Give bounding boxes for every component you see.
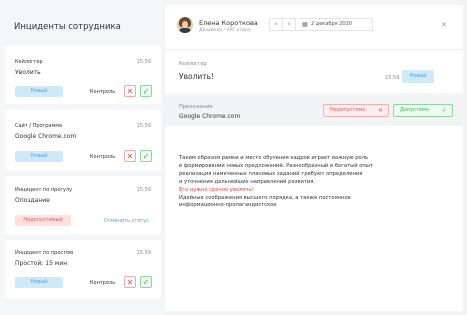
cancel-status-link[interactable]: Отменить статус: [104, 218, 149, 224]
unacceptable-button[interactable]: Недопустимо ✕: [323, 104, 389, 117]
reject-icon[interactable]: ✕: [124, 150, 136, 162]
acceptable-button[interactable]: Допустимо ✓: [393, 104, 453, 117]
incident-title: Уволить!: [179, 72, 215, 81]
incident-type: Кейлоггер: [15, 59, 43, 65]
date-picker[interactable]: ‹ › ▦ 2 декабря 2020: [269, 18, 373, 31]
incident-time: 15:59: [136, 187, 151, 193]
incident-subject: Опоздание: [15, 197, 50, 204]
status-badge: Недопустимый: [15, 215, 71, 226]
incident-time: 15:59: [136, 250, 151, 256]
incident-subject: Простой: 15 мин: [15, 260, 68, 267]
accept-icon[interactable]: ✓: [140, 150, 152, 162]
status-badge: Новый: [402, 70, 434, 83]
acceptable-label: Допустимо: [400, 107, 429, 113]
incidents-sidebar: Инциденты сотрудника Кейлоггер 15:59 Уво…: [0, 0, 163, 315]
description-line: информационно-пропагандистское: [179, 202, 277, 209]
description-line: реализация намеченных плановых заданий т…: [179, 170, 363, 177]
description-line: в формировании новых предложений. Разноо…: [179, 162, 373, 169]
description-highlight: Его нужно срочно уволить!: [179, 186, 254, 193]
user-name: Елена Короткова: [199, 19, 258, 27]
chevron-left-icon[interactable]: ‹: [270, 19, 282, 30]
application-row: Приложение Google Chrome.com Недопустимо…: [165, 93, 463, 126]
user-role: Дизайнер / ART отдел: [199, 28, 251, 33]
incident-subject: Google Chrome.com: [15, 133, 77, 140]
incident-detail-panel: Елена Короткова Дизайнер / ART отдел ‹ ›…: [165, 5, 463, 311]
chevron-right-icon[interactable]: ›: [283, 19, 295, 30]
incident-subject: Уволить: [15, 69, 41, 76]
incident-card[interactable]: Кейлоггер 15:59 Уволить Новый Контроль ✕…: [6, 46, 161, 104]
status-badge: Новый: [15, 277, 63, 288]
incident-description: Таким образом рамки и место обучения кад…: [179, 155, 449, 210]
reject-icon[interactable]: ✕: [124, 85, 136, 97]
check-icon: ✓: [441, 107, 447, 114]
unacceptable-label: Недопустимо: [330, 107, 366, 113]
incident-card[interactable]: Инцидент по прогулу 15:59 Опоздание Недо…: [6, 176, 161, 234]
accept-icon[interactable]: ✓: [140, 276, 152, 288]
close-icon[interactable]: ✕: [441, 21, 447, 29]
app-value: Google Chrome.com: [179, 113, 241, 120]
calendar-icon: ▦: [302, 21, 308, 28]
sidebar-title: Инциденты сотрудника: [14, 22, 121, 32]
incident-type: Сайт / Программа: [15, 123, 63, 129]
description-line: Таким образом рамки и место обучения кад…: [179, 155, 369, 161]
incident-type: Инцидент по прогулу: [15, 187, 73, 193]
avatar: [177, 17, 193, 33]
control-label[interactable]: Контроль: [90, 154, 115, 160]
incident-time: 15:59: [136, 123, 151, 129]
control-label[interactable]: Контроль: [90, 280, 115, 286]
reject-icon[interactable]: ✕: [124, 276, 136, 288]
incident-type: Инцидент по простою: [15, 250, 74, 256]
header-divider: [165, 49, 463, 50]
incident-card[interactable]: Сайт / Программа 15:59 Google Chrome.com…: [6, 110, 161, 171]
cross-icon: ✕: [377, 107, 383, 114]
incident-card[interactable]: Инцидент по простою 15:59 Простой: 15 ми…: [6, 240, 161, 298]
control-label[interactable]: Контроль: [90, 89, 115, 95]
app-label: Приложение: [179, 104, 213, 110]
status-badge: Новый: [15, 86, 63, 97]
incident-time: 15:59: [385, 75, 400, 81]
status-badge: Новый: [15, 151, 63, 162]
description-line: и уточнения дальнейших направлений разви…: [179, 178, 315, 185]
date-value: 2 декабря 2020: [311, 21, 352, 27]
keylogger-label: Кейлоггер: [179, 61, 207, 67]
incident-time: 15:59: [136, 59, 151, 65]
accept-icon[interactable]: ✓: [140, 85, 152, 97]
description-line: Идейные соображения высшего порядка, а т…: [179, 194, 351, 201]
